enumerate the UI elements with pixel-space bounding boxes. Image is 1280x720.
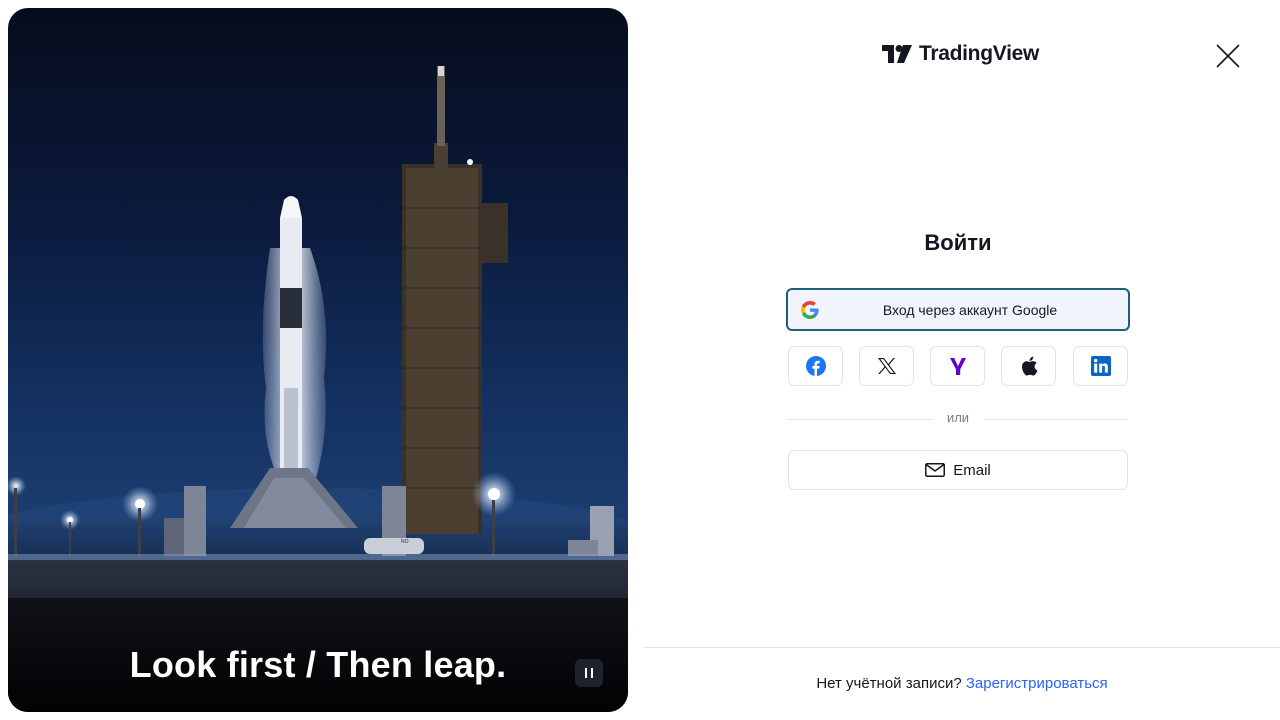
email-login-label: Email [953,461,991,479]
promo-tagline: Look first / Then leap. [129,644,507,685]
yahoo-login-button[interactable] [930,346,985,386]
facebook-icon [805,356,826,376]
linkedin-icon [1090,356,1111,376]
facebook-login-button[interactable] [788,346,843,386]
google-login-button[interactable]: Вход через аккаунт Google [786,288,1130,331]
pause-icon [585,668,593,678]
linkedin-login-button[interactable] [1073,346,1128,386]
brand-logo: TradingView [882,40,1039,68]
x-icon [877,358,896,374]
footer-divider [644,647,1280,648]
social-login-row [788,346,1128,386]
email-login-button[interactable]: Email [788,450,1128,490]
rocket-launch-image: NO [8,66,628,712]
no-account-text: Нет учётной записи? [816,675,962,692]
tradingview-logo-icon [882,45,912,63]
pause-button[interactable] [575,659,603,687]
close-icon [1216,44,1240,68]
google-icon [801,301,819,319]
apple-icon [1021,356,1037,376]
divider-text: или [946,410,970,425]
login-title: Войти [924,230,992,255]
vehicle-marking: NO [401,539,409,545]
signup-link[interactable]: Зарегистрироваться [966,675,1108,692]
yahoo-icon [949,358,966,375]
brand-name: TradingView [919,42,1040,65]
mail-icon [925,463,946,477]
google-login-label: Вход через аккаунт Google [882,301,1058,318]
signup-footer: Нет учётной записи? Зарегистрироваться [644,675,1280,692]
apple-login-button[interactable] [1001,346,1056,386]
close-button[interactable] [1212,40,1244,72]
or-divider: или [788,409,1128,429]
promo-media-panel: NO Look first / Then leap. [8,8,628,712]
x-login-button[interactable] [859,346,914,386]
